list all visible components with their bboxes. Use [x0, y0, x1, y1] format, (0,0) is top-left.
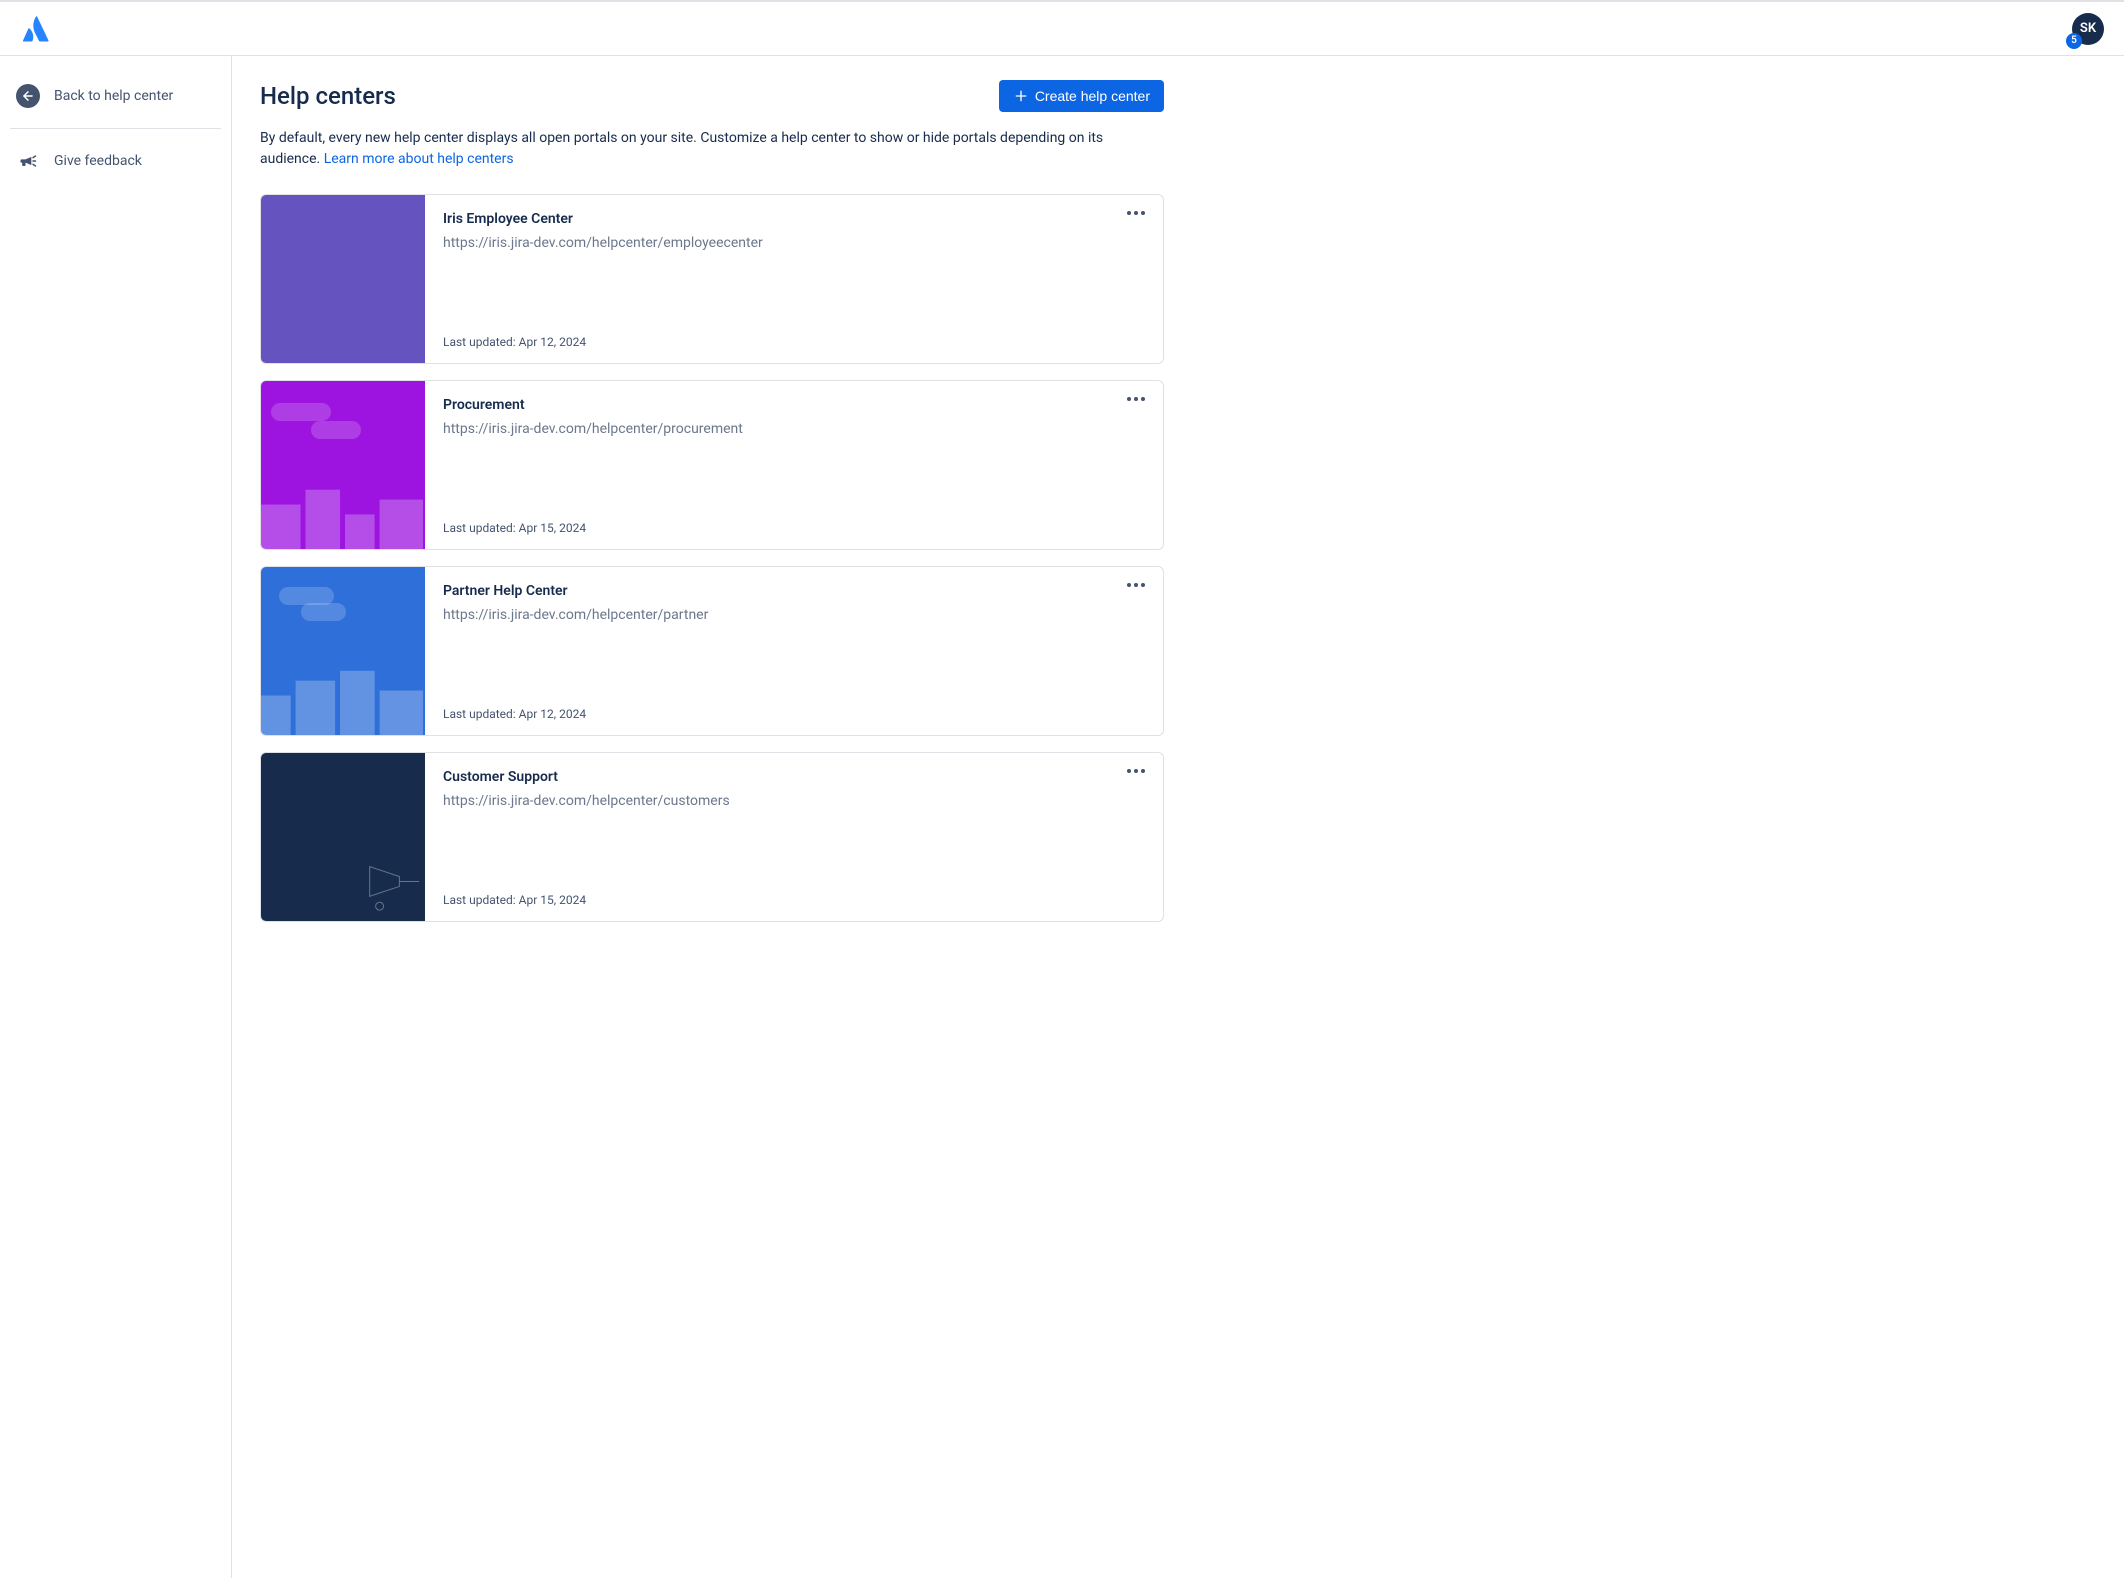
main-content: Help centers Create help center By defau… [232, 56, 1192, 1578]
card-thumbnail [261, 195, 425, 363]
user-avatar[interactable]: SK 5 [2072, 13, 2104, 45]
card-thumbnail [261, 753, 425, 921]
more-actions-icon[interactable] [1123, 765, 1149, 777]
card-updated: Last updated: Apr 15, 2024 [443, 893, 1145, 907]
sidebar: Back to help center Give feedback [0, 56, 232, 1578]
sidebar-divider [10, 128, 221, 129]
arrow-left-icon [16, 84, 40, 108]
card-updated: Last updated: Apr 15, 2024 [443, 521, 1145, 535]
card-updated: Last updated: Apr 12, 2024 [443, 335, 1145, 349]
more-actions-icon[interactable] [1123, 579, 1149, 591]
card-thumbnail [261, 567, 425, 735]
create-help-center-button[interactable]: Create help center [999, 80, 1164, 112]
help-center-card[interactable]: Iris Employee Center https://iris.jira-d… [260, 194, 1164, 364]
help-center-card[interactable]: Procurement https://iris.jira-dev.com/he… [260, 380, 1164, 550]
create-button-label: Create help center [1035, 88, 1150, 104]
back-label: Back to help center [54, 88, 173, 104]
page-description: By default, every new help center displa… [260, 128, 1164, 170]
card-url: https://iris.jira-dev.com/helpcenter/pro… [443, 421, 1145, 437]
atlassian-logo[interactable] [20, 13, 52, 45]
topbar: SK 5 [0, 0, 2124, 56]
card-title: Iris Employee Center [443, 211, 1145, 227]
plus-icon [1013, 88, 1029, 104]
card-updated: Last updated: Apr 12, 2024 [443, 707, 1145, 721]
card-url: https://iris.jira-dev.com/helpcenter/par… [443, 607, 1145, 623]
back-to-help-center-link[interactable]: Back to help center [10, 76, 221, 116]
give-feedback-link[interactable]: Give feedback [10, 141, 221, 181]
card-thumbnail [261, 381, 425, 549]
feedback-label: Give feedback [54, 153, 142, 169]
learn-more-link[interactable]: Learn more about help centers [324, 151, 514, 167]
card-title: Procurement [443, 397, 1145, 413]
help-center-card[interactable]: Partner Help Center https://iris.jira-de… [260, 566, 1164, 736]
more-actions-icon[interactable] [1123, 207, 1149, 219]
card-url: https://iris.jira-dev.com/helpcenter/emp… [443, 235, 1145, 251]
card-url: https://iris.jira-dev.com/helpcenter/cus… [443, 793, 1145, 809]
page-title: Help centers [260, 82, 396, 110]
megaphone-icon [16, 149, 40, 173]
help-center-card[interactable]: Customer Support https://iris.jira-dev.c… [260, 752, 1164, 922]
more-actions-icon[interactable] [1123, 393, 1149, 405]
avatar-badge: 5 [2066, 33, 2082, 49]
card-title: Partner Help Center [443, 583, 1145, 599]
card-title: Customer Support [443, 769, 1145, 785]
